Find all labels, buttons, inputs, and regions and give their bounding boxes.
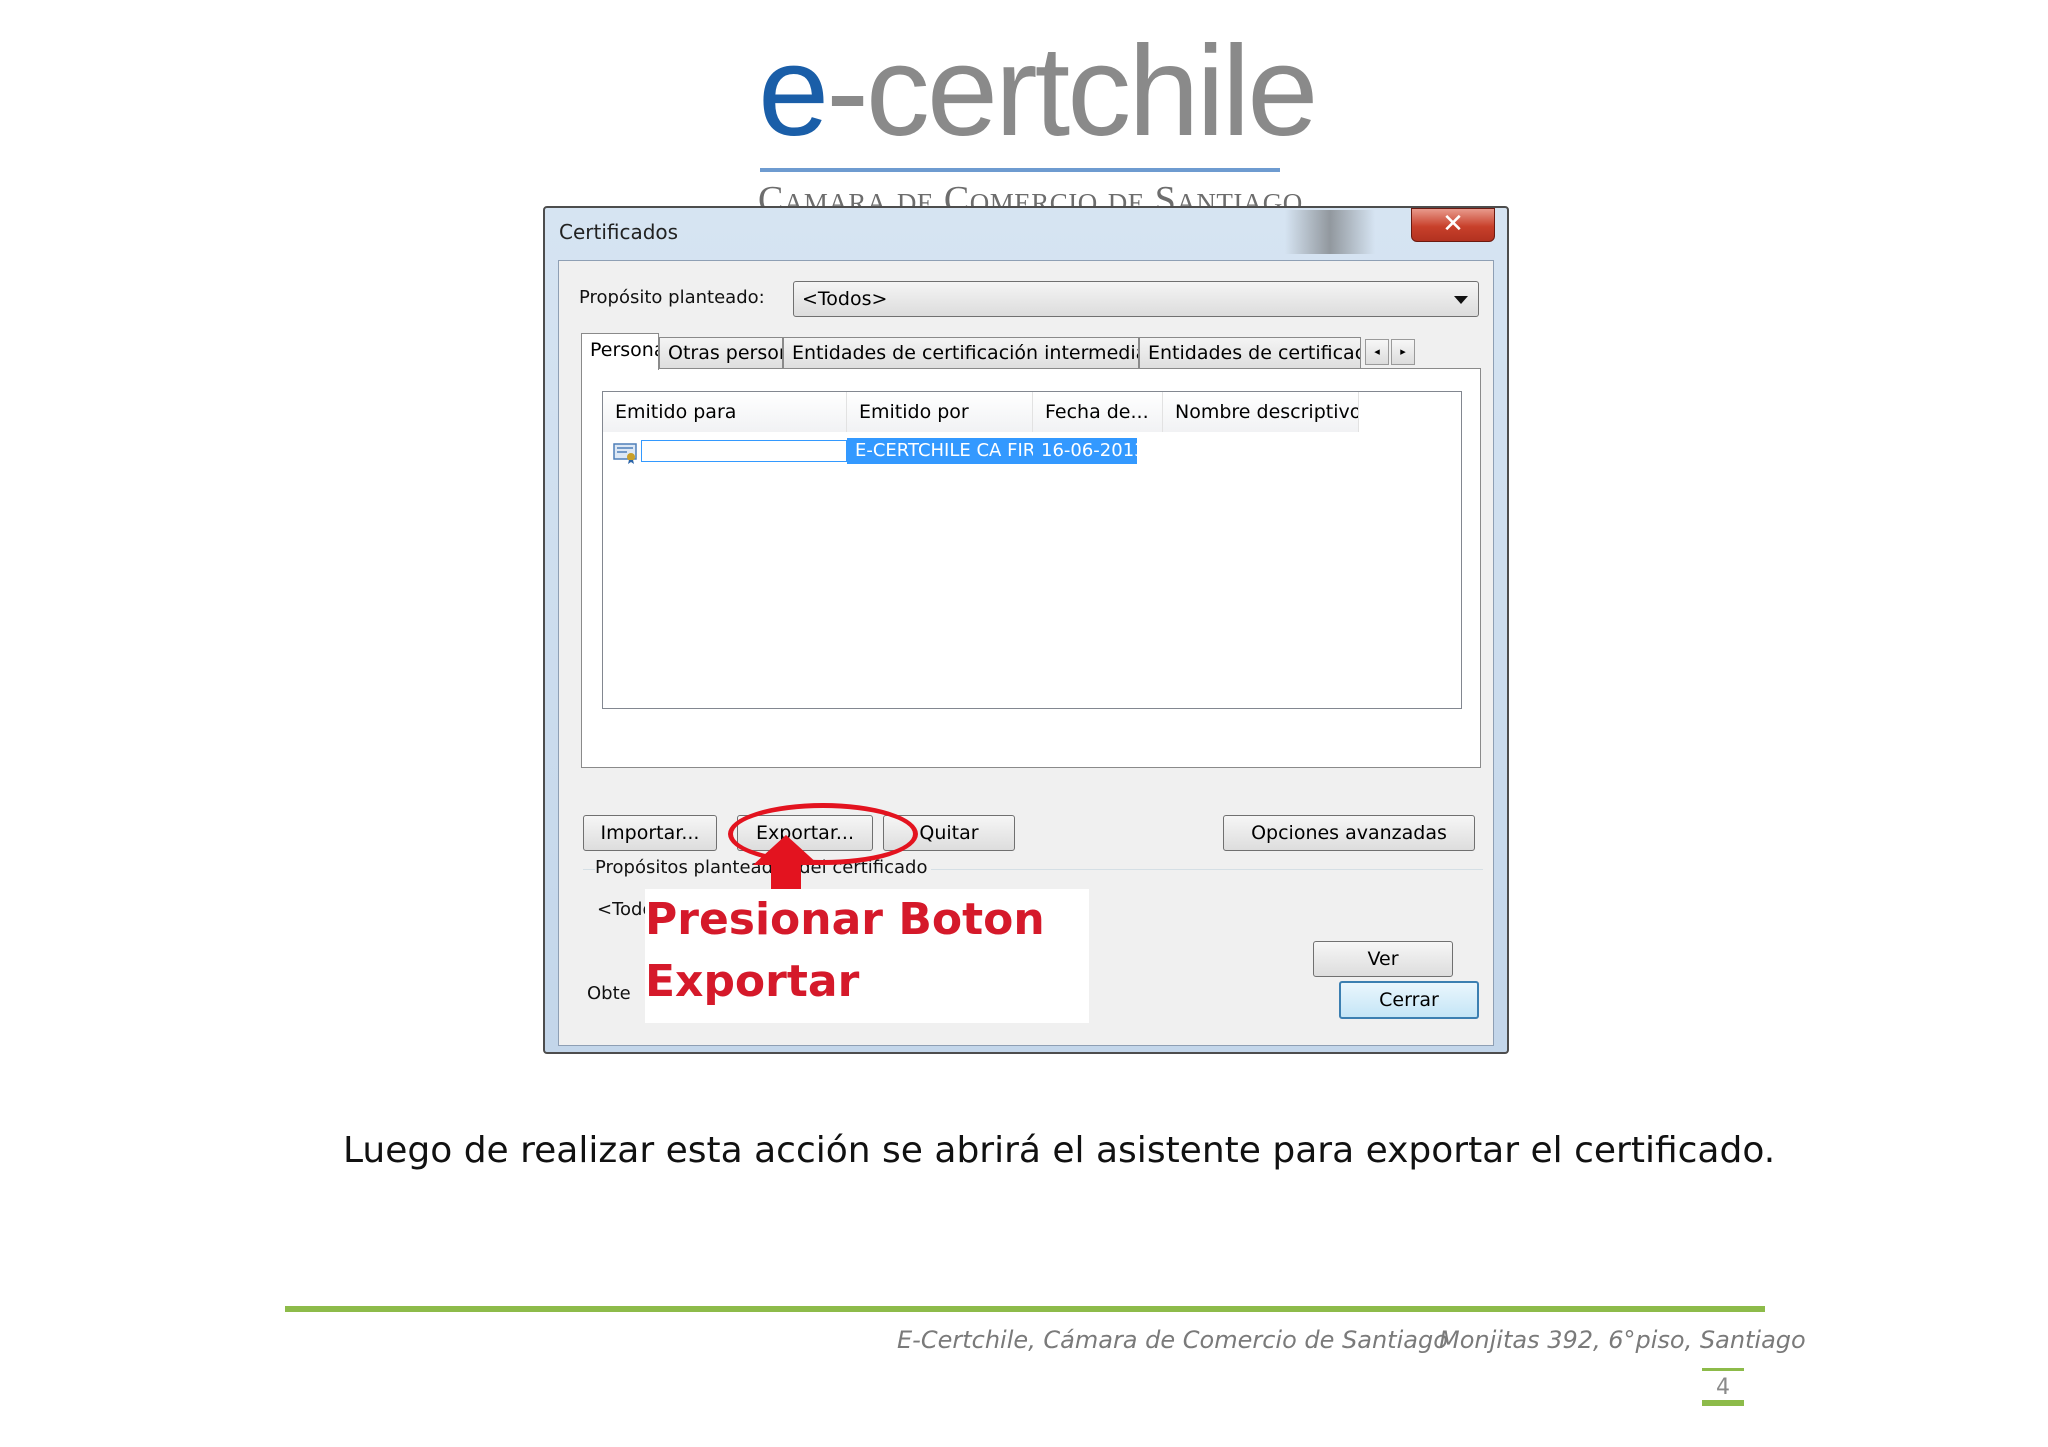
annotation-box: Presionar Boton Exportar <box>645 889 1089 1023</box>
purpose-dropdown[interactable]: <Todos> <box>793 281 1479 317</box>
column-emitido-para[interactable]: Emitido para <box>603 392 847 432</box>
chevron-down-icon <box>1454 296 1468 304</box>
instruction-text: Luego de realizar esta acción se abrirá … <box>343 1130 1776 1171</box>
column-emitido-por[interactable]: Emitido por <box>847 392 1033 432</box>
view-button[interactable]: Ver <box>1313 941 1453 977</box>
ecertchile-logo: e-certchile Camara de Comercio de Santia… <box>758 28 1318 222</box>
tab-otras-personas[interactable]: Otras personas <box>659 337 783 369</box>
purpose-dropdown-value: <Todos> <box>802 288 888 310</box>
certificates-dialog: Certificados ✕ Propósito planteado: <Tod… <box>543 206 1509 1054</box>
close-button[interactable]: Cerrar <box>1339 981 1479 1019</box>
logo-wordmark: e-certchile <box>758 28 1318 156</box>
dialog-client-area: Propósito planteado: <Todos> Personal Ot… <box>558 260 1494 1046</box>
column-nombre-descriptivo[interactable]: Nombre descriptivo <box>1163 392 1359 432</box>
tab-panel-personal: Emitido para Emitido por Fecha de... Nom… <box>581 368 1481 768</box>
logo-underline <box>760 168 1280 172</box>
annotation-line-1: Presionar Boton <box>645 894 1045 945</box>
certificate-icon <box>613 443 637 464</box>
arrow-up-icon <box>753 835 819 891</box>
certificate-list[interactable]: Emitido para Emitido por Fecha de... Nom… <box>602 391 1462 709</box>
annotation-line-2: Exportar <box>645 956 860 1007</box>
footer-company: E-Certchile, Cámara de Comercio de Santi… <box>897 1326 1448 1354</box>
obtain-more-text: Obte <box>587 983 631 1004</box>
dialog-title: Certificados <box>559 220 679 244</box>
page-number: 4 <box>1702 1368 1744 1406</box>
tab-entidades-raiz[interactable]: Entidades de certificaci <box>1139 337 1361 369</box>
advanced-options-button[interactable]: Opciones avanzadas <box>1223 815 1475 851</box>
tab-scroll-left-icon[interactable]: ◂ <box>1365 339 1389 365</box>
tab-personal[interactable]: Personal <box>581 333 659 370</box>
titlebar-blur <box>1285 210 1375 254</box>
cell-emitido-por: E-CERTCHILE CA FIR... <box>847 438 1033 464</box>
purpose-label: Propósito planteado: <box>579 287 765 308</box>
logo-e: e <box>758 20 829 163</box>
certificate-tabs: Personal Otras personas Entidades de cer… <box>581 333 1491 370</box>
column-fecha[interactable]: Fecha de... <box>1033 392 1163 432</box>
close-icon: ✕ <box>1442 209 1464 239</box>
annotation-text: Presionar Boton Exportar <box>645 889 1045 1013</box>
tab-scroll-right-icon[interactable]: ▸ <box>1391 339 1415 365</box>
footer-divider <box>285 1306 1765 1312</box>
footer-address: Monjitas 392, 6°piso, Santiago <box>1439 1326 1806 1354</box>
tab-entidades-intermedias[interactable]: Entidades de certificación intermedias <box>783 337 1139 369</box>
cell-fecha: 16-06-2013 <box>1033 438 1137 464</box>
close-window-button[interactable]: ✕ <box>1411 208 1495 242</box>
logo-certchile: -certchile <box>826 20 1318 163</box>
cell-emitido-para <box>641 440 847 462</box>
import-button[interactable]: Importar... <box>583 815 717 851</box>
